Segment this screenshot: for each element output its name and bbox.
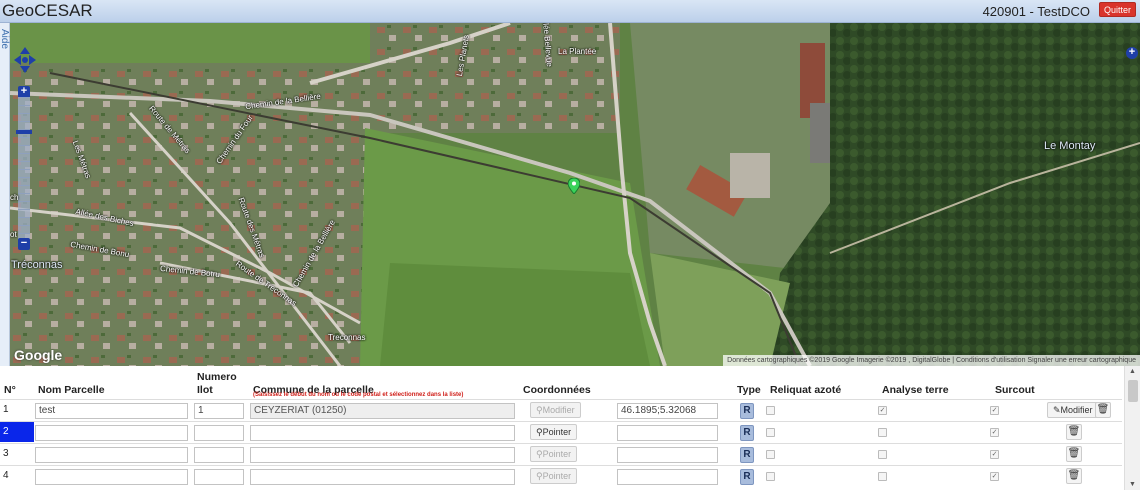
place-label: Treconnas [328, 333, 366, 342]
table-row: 1 test 1 CEYZERIAT (01250) ⚲Modifier 46.… [0, 399, 1122, 420]
col-header-reliquat: Reliquat azoté [770, 384, 842, 396]
road-label: ch [10, 193, 19, 202]
edit-row-button[interactable]: ✎Modifier [1047, 402, 1099, 418]
map-attribution[interactable]: Données cartographiques ©2019 Google Ima… [723, 355, 1140, 366]
ilot-input[interactable] [194, 425, 244, 441]
surcout-checkbox[interactable]: ✓ [990, 472, 999, 481]
pin-icon: ⚲ [536, 449, 543, 459]
col-header-analyse: Analyse terre [882, 384, 949, 396]
reliquat-checkbox[interactable] [766, 428, 775, 437]
commune-input[interactable] [250, 447, 515, 463]
project-name: 420901 - TestDCO [982, 4, 1090, 19]
parcel-name-input[interactable] [35, 425, 188, 441]
road-label: ot [10, 230, 17, 239]
parcel-name-input[interactable] [35, 469, 188, 485]
row-number[interactable]: 2 [0, 422, 34, 442]
coordinates-input[interactable] [617, 425, 718, 441]
google-logo: Google [14, 347, 63, 363]
place-label: Le Montay [1044, 140, 1096, 152]
pan-arrows-icon[interactable] [12, 45, 38, 75]
row-number[interactable]: 3 [0, 444, 34, 464]
coordinates-input[interactable] [617, 469, 718, 485]
coordinates-input[interactable]: 46.1895;5.32068 [617, 403, 718, 419]
place-label: e Tréconnas [10, 259, 63, 271]
reliquat-checkbox[interactable] [766, 406, 775, 415]
app-title: GeoCESAR [2, 1, 93, 20]
commune-input[interactable] [250, 425, 515, 441]
table-row: 4 ⚲Pointer R ✓ 🗑 [0, 465, 1122, 486]
help-tab[interactable]: Aide [0, 23, 10, 366]
col-header-coord: Coordonnées [523, 384, 591, 396]
trash-icon[interactable]: 🗑 [1066, 446, 1082, 462]
scroll-up-icon[interactable]: ▲ [1129, 368, 1136, 375]
zoom-slider[interactable] [18, 97, 30, 247]
table-row: 2 ⚲Pointer R ✓ 🗑 [0, 421, 1122, 442]
place-label: La Plantée [558, 47, 597, 56]
trash-icon[interactable]: 🗑 [1066, 468, 1082, 484]
surcout-checkbox[interactable]: ✓ [990, 428, 999, 437]
layer-switcher-button[interactable]: + [1126, 47, 1138, 59]
commune-input[interactable]: CEYZERIAT (01250) [250, 403, 515, 419]
parcel-name-input[interactable] [35, 447, 188, 463]
analyse-checkbox[interactable] [878, 428, 887, 437]
analyse-checkbox[interactable] [878, 472, 887, 481]
type-button[interactable]: R [740, 425, 754, 441]
map-marker-icon[interactable] [568, 178, 580, 194]
parcel-table: N° Nom Parcelle Numero Ilot Commune de l… [0, 366, 1140, 490]
type-button[interactable]: R [740, 469, 754, 485]
col-header-ilot-line2: Ilot [197, 384, 213, 396]
type-button[interactable]: R [740, 447, 754, 463]
ilot-input[interactable]: 1 [194, 403, 244, 419]
ilot-input[interactable] [194, 469, 244, 485]
scroll-down-icon[interactable]: ▼ [1129, 481, 1136, 488]
help-tab-label: Aide [0, 29, 10, 50]
zoom-out-button[interactable]: − [18, 238, 30, 250]
modify-coord-button[interactable]: ⚲Modifier [530, 402, 581, 418]
table-scrollbar[interactable]: ▲ ▼ [1124, 366, 1140, 490]
type-button[interactable]: R [740, 403, 754, 419]
pointer-button[interactable]: ⚲Pointer [530, 446, 578, 462]
col-header-type: Type [737, 384, 761, 396]
scroll-thumb[interactable] [1128, 380, 1138, 402]
analyse-checkbox[interactable]: ✓ [878, 406, 887, 415]
pin-icon: ⚲ [536, 405, 543, 415]
zoom-slider-handle[interactable] [16, 130, 32, 134]
pointer-button[interactable]: ⚲Pointer [530, 468, 578, 484]
pin-icon: ⚲ [536, 471, 543, 481]
reliquat-checkbox[interactable] [766, 450, 775, 459]
analyse-checkbox[interactable] [878, 450, 887, 459]
surcout-checkbox[interactable]: ✓ [990, 450, 999, 459]
surcout-checkbox[interactable]: ✓ [990, 406, 999, 415]
pointer-button[interactable]: ⚲Pointer [530, 424, 578, 440]
coordinates-input[interactable] [617, 447, 718, 463]
col-header-surcout: Surcout [995, 384, 1035, 396]
satellite-imagery [10, 23, 1140, 366]
row-number[interactable]: 4 [0, 466, 34, 486]
pin-icon: ⚲ [536, 427, 543, 437]
commune-input[interactable] [250, 469, 515, 485]
trash-icon[interactable]: 🗑 [1095, 402, 1111, 418]
parcel-name-input[interactable]: test [35, 403, 188, 419]
pencil-icon: ✎ [1053, 405, 1061, 415]
col-header-ilot-line1: Numero [197, 371, 237, 383]
ilot-input[interactable] [194, 447, 244, 463]
reliquat-checkbox[interactable] [766, 472, 775, 481]
col-header-num: N° [4, 384, 16, 396]
quit-button[interactable]: Quitter [1098, 2, 1136, 17]
table-row: 3 ⚲Pointer R ✓ 🗑 [0, 443, 1122, 464]
row-number[interactable]: 1 [0, 400, 34, 420]
trash-icon[interactable]: 🗑 [1066, 424, 1082, 440]
commune-hint: (Saisissez le début du nom ou le code po… [253, 392, 464, 398]
col-header-nom: Nom Parcelle [38, 384, 105, 396]
top-bar: GeoCESAR 420901 - TestDCO Quitter [0, 0, 1140, 23]
map-view[interactable]: + − + La Plantée Le Montay e Tréconnas T… [10, 23, 1140, 366]
